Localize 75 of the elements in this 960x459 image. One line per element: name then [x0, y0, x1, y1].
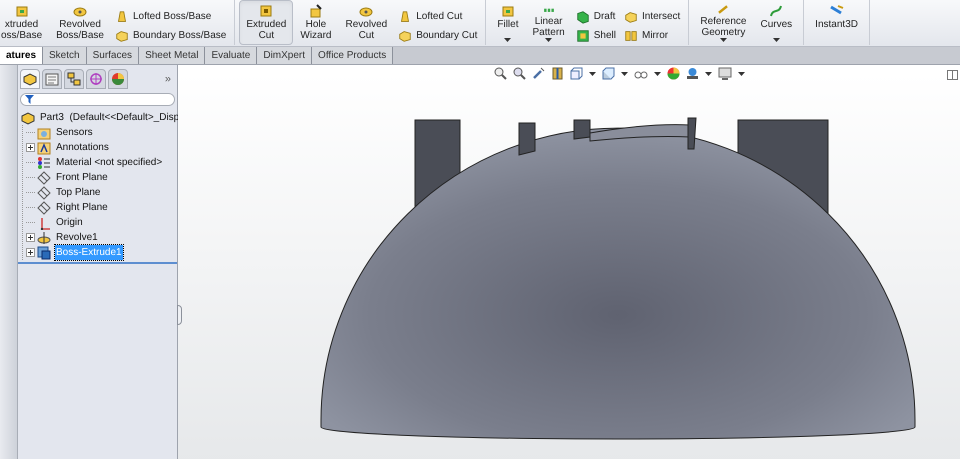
- ribbon-button[interactable]: Boundary Cut: [398, 28, 478, 43]
- ribbon-button[interactable]: Lofted Boss/Base: [114, 9, 226, 24]
- tree-item[interactable]: Origin: [55, 215, 84, 230]
- ribbon-button[interactable]: Hole Wizard: [293, 0, 338, 45]
- expand-icon[interactable]: [26, 143, 34, 152]
- ribbon-button[interactable]: Mirror: [624, 28, 680, 43]
- zoom-icon[interactable]: [513, 67, 526, 80]
- ribbon-button[interactable]: Fillet: [490, 0, 526, 45]
- folder-icon: [37, 126, 51, 140]
- ribbon-button[interactable]: Intersect: [624, 9, 680, 24]
- drill-icon: [308, 3, 324, 19]
- caret-icon: [705, 72, 712, 76]
- ribbon-button[interactable]: Draft: [576, 9, 616, 24]
- cube-icon[interactable]: [602, 67, 615, 80]
- scene-icon[interactable]: [686, 67, 699, 80]
- ribbon-button[interactable]: Instant3D: [808, 0, 865, 45]
- tree-item[interactable]: Annotations: [55, 140, 110, 155]
- ribbon-button[interactable]: Curves: [753, 0, 800, 45]
- cut-block-icon: [258, 3, 274, 19]
- annotation-icon: [37, 140, 51, 154]
- panel-tab[interactable]: [42, 69, 62, 89]
- part-icon: [22, 72, 38, 86]
- config-icon: [66, 72, 82, 86]
- ribbon-button[interactable]: Revolved Cut: [338, 0, 394, 45]
- panel-tab[interactable]: [64, 69, 84, 89]
- caret-icon: [738, 72, 745, 76]
- mirror-icon: [624, 28, 638, 42]
- tree-item[interactable]: Front Plane: [55, 170, 109, 185]
- filter-icon: [25, 95, 34, 104]
- split-view-icon[interactable]: [947, 70, 958, 80]
- command-tab[interactable]: Sheet Metal: [139, 47, 206, 64]
- ribbon-button[interactable]: Shell: [576, 28, 616, 43]
- caret-icon: [621, 72, 628, 76]
- command-tab[interactable]: Office Products: [312, 47, 394, 64]
- caret-icon: [589, 72, 596, 76]
- part-icon: [20, 110, 36, 124]
- ribbon-button[interactable]: Revolved Boss/Base: [49, 0, 111, 45]
- tree-item[interactable]: Top Plane: [55, 185, 102, 200]
- extrude-icon: [37, 246, 51, 260]
- curve-icon: [768, 3, 784, 19]
- zoom-icon[interactable]: [494, 67, 507, 80]
- tree-item[interactable]: Revolve1: [55, 230, 99, 245]
- tree-item[interactable]: Right Plane: [55, 200, 109, 215]
- ribbon-button[interactable]: Boundary Boss/Base: [114, 28, 226, 43]
- tree-item[interactable]: Sensors: [55, 125, 94, 140]
- shell-icon: [576, 28, 590, 42]
- ribbon-button[interactable]: Reference Geometry: [693, 0, 754, 45]
- more-button[interactable]: »: [164, 70, 171, 88]
- ribbon-button[interactable]: xtruded oss/Base: [0, 0, 50, 45]
- command-tab[interactable]: Evaluate: [205, 47, 258, 64]
- ribbon-button[interactable]: Extruded Cut: [239, 0, 294, 45]
- caret-icon: [654, 72, 661, 76]
- list-icon: [44, 72, 60, 86]
- command-tab[interactable]: DimXpert: [257, 47, 312, 64]
- command-tab[interactable]: Sketch: [43, 47, 87, 64]
- revolve-icon: [37, 230, 51, 244]
- wand-icon[interactable]: [532, 67, 545, 80]
- cube-icon[interactable]: [570, 67, 583, 80]
- filter-field[interactable]: [20, 93, 175, 106]
- tree-item[interactable]: Material <not specified>: [55, 155, 164, 170]
- ribbon-button[interactable]: Linear Pattern: [525, 0, 572, 45]
- draft-icon: [576, 10, 590, 24]
- material-icon: [37, 156, 51, 170]
- panel-tab[interactable]: [20, 69, 40, 89]
- expand-icon[interactable]: [26, 248, 34, 257]
- ribbon-button[interactable]: Lofted Cut: [398, 9, 478, 24]
- tree-item[interactable]: Part3 (Default<<Default>_Disp: [40, 110, 180, 125]
- section-icon[interactable]: [551, 67, 564, 80]
- crosshair-icon: [88, 72, 104, 86]
- monitor-icon[interactable]: [718, 67, 732, 80]
- command-tab[interactable]: Surfaces: [86, 47, 140, 64]
- color-wheel-icon: [110, 72, 126, 86]
- color-ball-icon[interactable]: [667, 67, 680, 80]
- command-tab[interactable]: atures: [0, 47, 44, 64]
- expand-icon[interactable]: [26, 233, 34, 242]
